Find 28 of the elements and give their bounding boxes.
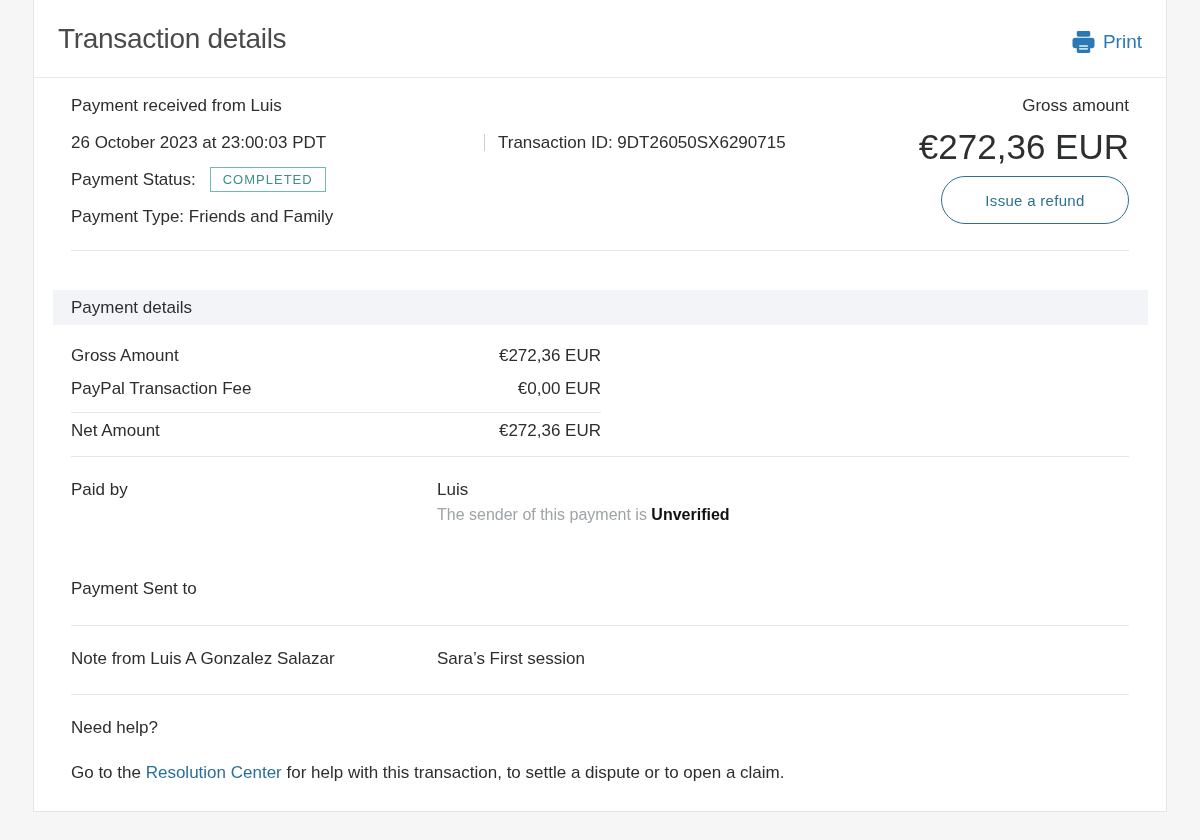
payment-type-text: Payment Type: Friends and Family <box>71 206 335 228</box>
resolution-center-link[interactable]: Resolution Center <box>145 763 282 782</box>
section-heading: Payment details <box>53 290 1148 325</box>
help-heading: Need help? <box>71 717 159 739</box>
party-label: Payment Sent to <box>71 578 198 600</box>
payer-text: Payment received from Luis <box>71 95 283 117</box>
status-badge: COMPLETED <box>209 167 326 192</box>
party-label: Paid by <box>71 479 129 501</box>
print-link[interactable]: Print <box>1071 23 1142 54</box>
status-label: Payment Status: <box>71 169 196 191</box>
gross-amount-label: Gross amount <box>1022 95 1129 117</box>
net-amount-label: Net Amount <box>71 420 160 442</box>
amount-value: €272,36 EUR <box>498 345 601 367</box>
date-text: 26 October 2023 at 23:00:03 PDT <box>71 132 328 154</box>
payer-name: Luis <box>437 479 470 501</box>
gross-amount-value: €272,36 EUR <box>918 127 1129 167</box>
page-title: Transaction details <box>58 22 287 55</box>
sender-note: The sender of this payment is Unverified <box>437 505 730 525</box>
help-text: Go to the Resolution Center for help with this transaction, to settle a dispute or to open a claim. <box>71 762 786 784</box>
note-text: Sara’s First session <box>437 648 585 670</box>
note-label: Note from Luis A Gonzalez Salazar <box>71 648 336 670</box>
net-amount-value: €272,36 EUR <box>498 420 601 442</box>
printer-icon <box>1071 29 1095 54</box>
transaction-id-text: Transaction ID: 9DT26050SX6290715 <box>484 134 786 151</box>
refund-button[interactable]: Issue a refund <box>941 176 1129 224</box>
amount-label: Gross Amount <box>71 345 179 367</box>
amount-value: €0,00 EUR <box>517 378 601 400</box>
amount-label: PayPal Transaction Fee <box>71 378 252 400</box>
